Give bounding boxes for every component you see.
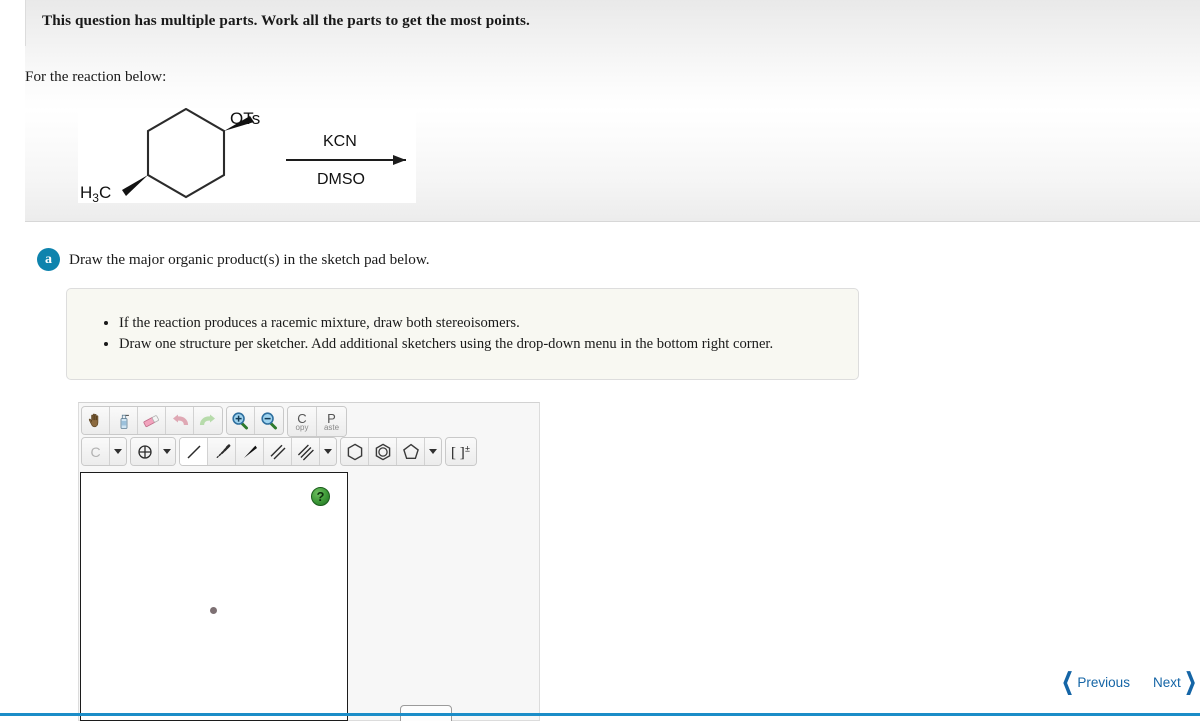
triple-bond-tool[interactable] [292, 438, 320, 465]
canvas-cursor-dot [210, 607, 217, 614]
previous-button-label: Previous [1077, 675, 1130, 690]
add-atom-dropdown-caret-icon[interactable] [159, 438, 175, 465]
list-item: If the reaction produces a racemic mixtu… [119, 313, 858, 334]
reaction-prompt: For the reaction below: [25, 68, 167, 85]
copy-button[interactable]: C opy [288, 407, 317, 436]
zoom-out-icon[interactable] [255, 407, 283, 434]
sketch-canvas[interactable]: ? [80, 472, 348, 721]
clear-spray-icon[interactable] [110, 407, 138, 434]
charge-bracket-tool[interactable]: [ ] ± [446, 438, 476, 465]
pan-hand-icon[interactable] [82, 407, 110, 434]
svg-text:±: ± [465, 443, 470, 453]
help-icon[interactable]: ? [311, 487, 330, 506]
chevron-down-icon [324, 449, 332, 454]
toolbar-group-element: C [81, 437, 127, 466]
instructions-list: If the reaction produces a racemic mixtu… [67, 289, 858, 354]
chevron-down-icon [163, 449, 171, 454]
hashed-wedge-bond-tool[interactable] [208, 438, 236, 465]
toolbar-row-2: C [] ± [81, 437, 539, 469]
paste-button[interactable]: P aste [317, 407, 346, 436]
element-dropdown-caret-icon[interactable] [110, 438, 126, 465]
element-carbon-label: C [90, 443, 101, 460]
next-button[interactable]: Next ❯ [1152, 668, 1200, 694]
chevron-down-icon [429, 449, 437, 454]
reagent-below: DMSO [317, 171, 365, 188]
paste-button-rest: aste [323, 422, 340, 432]
toolbar-group-bonds [179, 437, 337, 466]
ring-dropdown-caret-icon[interactable] [425, 438, 441, 465]
sketcher-toolbar: C opy P aste C [] ± [79, 403, 539, 469]
chevron-down-icon [114, 449, 122, 454]
undo-icon[interactable] [166, 407, 194, 434]
bottom-rule [0, 713, 1200, 716]
next-button-label: Next [1152, 675, 1181, 690]
element-carbon-button[interactable]: C [82, 438, 110, 465]
instructions-callout: If the reaction produces a racemic mixtu… [66, 288, 859, 380]
part-instruction: Draw the major organic product(s) in the… [69, 250, 430, 268]
label-methyl: H3C [80, 183, 111, 203]
bond-dropdown-caret-icon[interactable] [320, 438, 336, 465]
solid-wedge-bond-tool[interactable] [236, 438, 264, 465]
toolbar-group-charge [130, 437, 176, 466]
toolbar-group-edit [81, 406, 223, 435]
reaction-arrow-head [393, 155, 406, 165]
toolbar-group-bracket: [ ] ± [445, 437, 477, 466]
add-atom-icon[interactable] [131, 438, 159, 465]
cyclohexane-ring-tool[interactable] [341, 438, 369, 465]
svg-text:[ ]: [ ] [451, 445, 465, 461]
molecule-sketcher[interactable]: C opy P aste C [] ± ? [78, 402, 540, 721]
chevron-left-icon: ❮ [1061, 668, 1074, 694]
part-badge: a [37, 248, 60, 271]
eraser-icon[interactable] [138, 407, 166, 434]
list-item: Draw one structure per sketcher. Add add… [119, 334, 858, 355]
benzene-ring-tool[interactable] [369, 438, 397, 465]
single-bond-tool[interactable] [180, 438, 208, 465]
previous-button[interactable]: ❮ Previous [1058, 668, 1130, 694]
toolbar-group-zoom [226, 406, 284, 435]
zoom-in-icon[interactable] [227, 407, 255, 434]
page-root: This question has multiple parts. Work a… [0, 0, 1200, 721]
toolbar-row-1: C opy P aste [81, 406, 539, 437]
reagent-above: KCN [323, 133, 357, 150]
pagination-nav: ❮ Previous Next ❯ [1058, 668, 1200, 694]
copy-button-rest: opy [295, 422, 309, 432]
cyclopentane-ring-tool[interactable] [397, 438, 425, 465]
part-a-row: a Draw the major organic product(s) in t… [37, 248, 430, 271]
reaction-scheme-svg: OTs H3C KCN DMSO [80, 108, 406, 203]
toolbar-group-clipboard: C opy P aste [287, 406, 347, 437]
toolbar-group-rings [340, 437, 442, 466]
label-ots: OTs [230, 109, 260, 128]
wedge-methyl [122, 175, 148, 196]
double-bond-tool[interactable] [264, 438, 292, 465]
chevron-right-icon: ❯ [1184, 668, 1197, 694]
reaction-scheme: OTs H3C KCN DMSO [78, 108, 416, 203]
multipart-notice: This question has multiple parts. Work a… [42, 12, 530, 29]
redo-icon[interactable] [194, 407, 222, 434]
